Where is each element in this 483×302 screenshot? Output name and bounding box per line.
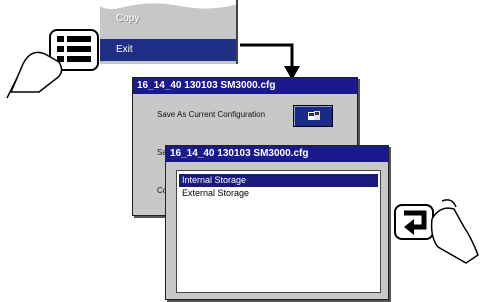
storage-option-internal[interactable]: Internal Storage: [179, 174, 378, 187]
hand-tap-enter-icon: [394, 199, 479, 264]
menu-item-exit[interactable]: Exit: [100, 39, 238, 61]
menu-torn-edge: [100, 0, 238, 10]
save-disk-icon: [308, 111, 320, 120]
storage-list: Internal Storage External Storage: [176, 170, 381, 293]
menu-item-copy[interactable]: Copy: [116, 13, 139, 24]
storage-select-dialog: 16_14_40 130103 SM3000.cfg Internal Stor…: [165, 145, 389, 300]
save-as-current-label: Save As Current Configuration: [157, 110, 266, 119]
context-menu: Copy Exit: [100, 0, 238, 64]
hand-tap-menu-icon: [6, 29, 99, 99]
storage-option-external[interactable]: External Storage: [179, 187, 378, 200]
storage-dialog-title: 16_14_40 130103 SM3000.cfg: [166, 146, 388, 162]
save-as-current-button[interactable]: [293, 105, 333, 127]
save-dialog-title: 16_14_40 130103 SM3000.cfg: [133, 78, 357, 94]
